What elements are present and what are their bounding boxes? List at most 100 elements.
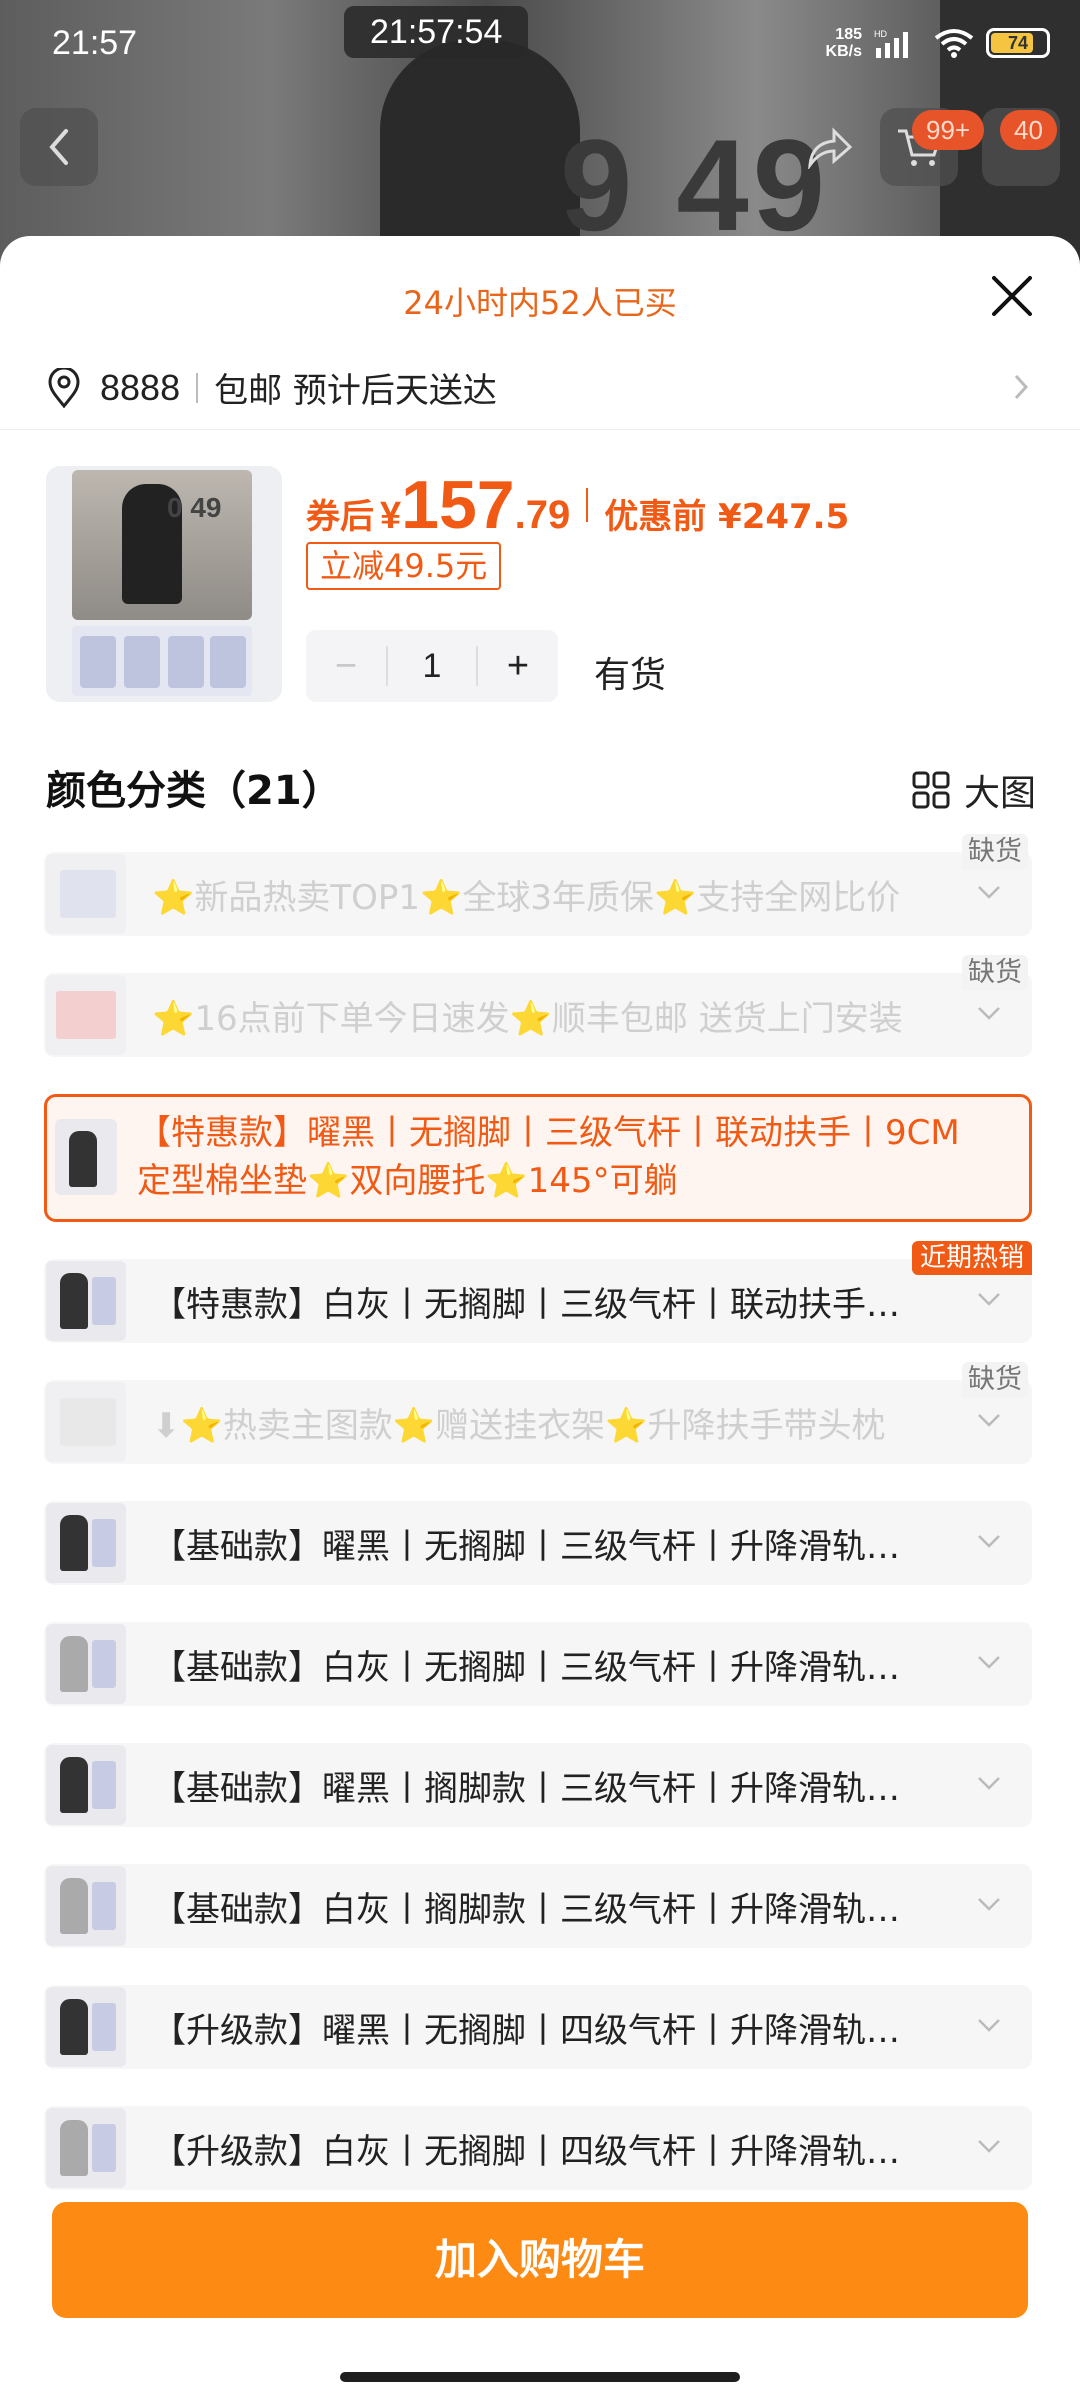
- sku-option[interactable]: 【基础款】曜黑丨搁脚款丨三级气杆丨升降滑轨扶手: [44, 1743, 1032, 1827]
- option-thumbnail: [46, 2108, 126, 2188]
- color-section-header: 颜色分类（21） 大图: [46, 758, 1036, 818]
- net-speed-unit: KB/s: [825, 43, 862, 60]
- feature-tile: [168, 636, 204, 688]
- sku-options-list: ⭐新品热卖TOP1⭐全球3年质保⭐支持全网比价 缺货 ⭐16点前下单今日速发⭐顺…: [44, 834, 1032, 2227]
- option-label: 【特惠款】曜黑丨无搁脚丨三级气杆丨联动扶手丨9CM定型棉坐垫⭐双向腰托⭐145°…: [137, 1113, 960, 1201]
- cart-badge: 99+: [912, 110, 985, 150]
- feature-tile: [124, 636, 160, 688]
- chevron-down-icon[interactable]: [976, 2136, 1002, 2156]
- share-icon: [808, 127, 853, 169]
- feature-tile: [210, 636, 246, 688]
- sku-option[interactable]: 【特惠款】白灰丨无搁脚丨三级气杆丨联动扶手丨9CM定型棉 近期热销: [44, 1241, 1032, 1343]
- price-decimal: .79: [514, 493, 571, 537]
- chevron-down-icon[interactable]: [976, 2015, 1002, 2035]
- share-button[interactable]: [790, 108, 868, 186]
- net-speed: 185 KB/s: [826, 26, 862, 60]
- option-label: ⭐16点前下单今日速发⭐顺丰包邮 送货上门安装: [152, 998, 903, 1039]
- option-label: 【升级款】曜黑丨无搁脚丨四级气杆丨升降滑轨扶手: [152, 2010, 932, 2051]
- product-summary: 0 49 券后 ¥ 157 .79 优惠前 ¥247.5 立减49.5元 − 1…: [46, 466, 1036, 706]
- address-row[interactable]: 8888 包邮 预计后天送达: [0, 346, 1080, 430]
- status-time: 21:57: [52, 24, 138, 62]
- battery-icon: 74: [986, 28, 1050, 58]
- sku-option[interactable]: ⬇⭐热卖主图款⭐赠送挂衣架⭐升降扶手带头枕 缺货: [44, 1362, 1032, 1464]
- option-label: 【特惠款】白灰丨无搁脚丨三级气杆丨联动扶手丨9CM定型棉: [152, 1284, 932, 1325]
- increase-button[interactable]: +: [478, 630, 558, 702]
- option-thumbnail: [46, 1261, 126, 1341]
- chevron-down-icon[interactable]: [976, 882, 1002, 902]
- sku-option[interactable]: ⭐新品热卖TOP1⭐全球3年质保⭐支持全网比价 缺货: [44, 834, 1032, 936]
- thumbnail-scene: 0 49: [72, 470, 252, 620]
- decrease-button[interactable]: −: [306, 630, 386, 702]
- shipping-info: 包邮 预计后天送达: [214, 371, 497, 411]
- chevron-down-icon[interactable]: [976, 1410, 1002, 1430]
- back-button[interactable]: [20, 108, 98, 186]
- chevron-left-icon: [49, 129, 68, 165]
- chevron-down-icon[interactable]: [976, 1289, 1002, 1309]
- option-label: ⭐新品热卖TOP1⭐全球3年质保⭐支持全网比价: [152, 877, 901, 918]
- thumbnail-features: [72, 626, 252, 696]
- sku-option[interactable]: 【升级款】曜黑丨无搁脚丨四级气杆丨升降滑轨扶手: [44, 1985, 1032, 2069]
- option-thumbnail: [46, 975, 126, 1055]
- add-to-cart-button[interactable]: 加入购物车: [52, 2202, 1028, 2318]
- clock-overlay: 21:57:54: [344, 6, 529, 58]
- signal-icon: HD: [874, 29, 908, 58]
- address-code: 8888: [100, 366, 181, 408]
- wifi-icon: [934, 29, 974, 58]
- option-thumbnail: [46, 1624, 126, 1704]
- sku-option[interactable]: ⭐16点前下单今日速发⭐顺丰包邮 送货上门安装 缺货: [44, 955, 1032, 1057]
- sku-option[interactable]: 【基础款】白灰丨无搁脚丨三级气杆丨升降滑轨扶手: [44, 1622, 1032, 1706]
- sheet-header: 24小时内52人已买: [0, 236, 1080, 332]
- sku-option[interactable]: 【基础款】曜黑丨无搁脚丨三级气杆丨升降滑轨扶手: [44, 1501, 1032, 1585]
- feature-tile: [80, 636, 116, 688]
- chevron-down-icon[interactable]: [976, 1652, 1002, 1672]
- location-pin-icon: [48, 367, 80, 408]
- currency-symbol: ¥: [380, 495, 402, 537]
- divider: [196, 372, 199, 403]
- hot-selling-badge: 近期热销: [911, 1241, 1032, 1275]
- grid-icon: [912, 771, 950, 809]
- sku-option-selected[interactable]: 【特惠款】曜黑丨无搁脚丨三级气杆丨联动扶手丨9CM定型棉坐垫⭐双向腰托⭐145°…: [44, 1094, 1032, 1222]
- big-view-label: 大图: [963, 773, 1036, 814]
- product-thumbnail[interactable]: 0 49: [46, 466, 282, 702]
- big-view-toggle[interactable]: 大图: [912, 764, 1036, 816]
- battery-level: 74: [1007, 33, 1029, 53]
- option-label: ⬇⭐热卖主图款⭐赠送挂衣架⭐升降扶手带头枕: [152, 1405, 886, 1446]
- option-label: 【升级款】白灰丨无搁脚丨四级气杆丨升降滑轨扶手: [152, 2131, 932, 2172]
- price-integer: 157: [401, 467, 515, 543]
- option-thumbnail: [46, 1503, 126, 1583]
- option-thumbnail: [46, 1866, 126, 1946]
- thumbnail-digits: 0 49: [167, 492, 222, 523]
- quantity-value[interactable]: 1: [386, 646, 478, 686]
- option-thumbnail: [46, 1382, 126, 1462]
- out-of-stock-badge: 缺货: [962, 1362, 1028, 1398]
- discount-tag: 立减49.5元: [306, 542, 502, 590]
- message-badge: 40: [1000, 110, 1057, 150]
- price-divider: [586, 488, 589, 522]
- out-of-stock-badge: 缺货: [962, 955, 1028, 991]
- chevron-down-icon[interactable]: [976, 1894, 1002, 1914]
- recent-buyers-text: 24小时内52人已买: [403, 284, 677, 322]
- option-label: 【基础款】曜黑丨无搁脚丨三级气杆丨升降滑轨扶手: [152, 1526, 932, 1567]
- chevron-down-icon[interactable]: [976, 1773, 1002, 1793]
- chevron-down-icon[interactable]: [976, 1531, 1002, 1551]
- sku-option[interactable]: 【基础款】白灰丨搁脚款丨三级气杆丨升降滑轨扶手: [44, 1864, 1032, 1948]
- section-title: 颜色分类（21）: [46, 768, 342, 814]
- option-thumbnail: [55, 1119, 117, 1195]
- option-thumbnail: [46, 854, 126, 934]
- chevron-right-icon: [1014, 374, 1029, 400]
- status-icons: 185 KB/s HD 74: [826, 26, 1050, 60]
- price-line: 券后 ¥ 157 .79 优惠前 ¥247.5: [306, 466, 849, 544]
- sku-selector-sheet: 24小时内52人已买 8888 包邮 预计后天送达 0 49 券后 ¥ 157 …: [0, 236, 1080, 2400]
- chevron-down-icon[interactable]: [976, 1003, 1002, 1023]
- original-price: 优惠前 ¥247.5: [604, 497, 850, 537]
- out-of-stock-badge: 缺货: [962, 834, 1028, 870]
- svg-text:HD: HD: [874, 29, 887, 39]
- close-icon[interactable]: [986, 270, 1038, 322]
- quantity-stepper: − 1 +: [306, 630, 558, 702]
- home-indicator[interactable]: [340, 2372, 740, 2382]
- option-thumbnail: [46, 1987, 126, 2067]
- sku-option[interactable]: 【升级款】白灰丨无搁脚丨四级气杆丨升降滑轨扶手: [44, 2106, 1032, 2190]
- option-label: 【基础款】白灰丨无搁脚丨三级气杆丨升降滑轨扶手: [152, 1647, 932, 1688]
- option-thumbnail: [46, 1745, 126, 1825]
- status-bar: 21:57 21:57:54 185 KB/s HD 74: [0, 0, 1080, 90]
